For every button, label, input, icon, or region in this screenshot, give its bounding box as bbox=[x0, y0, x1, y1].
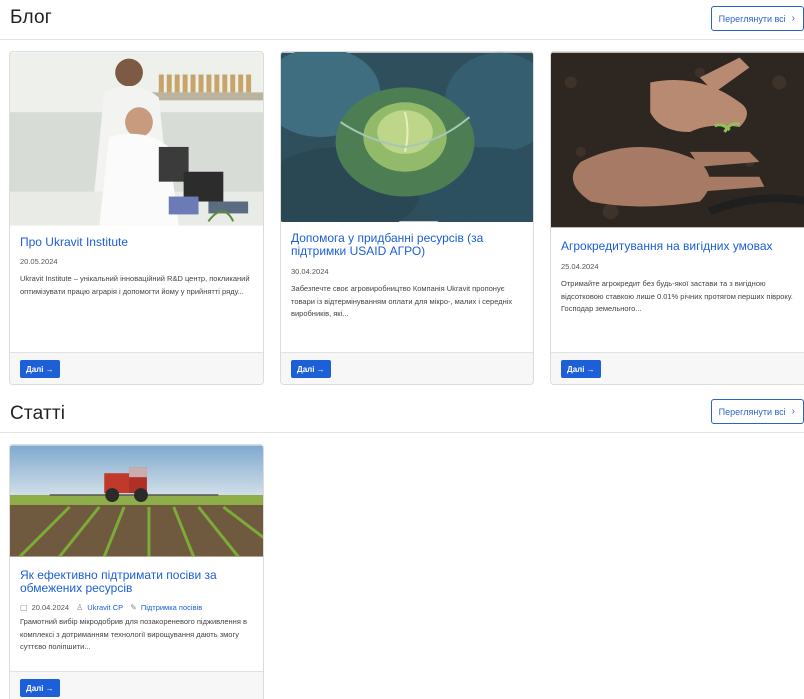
category-link[interactable]: Підтримка посівів bbox=[141, 603, 202, 612]
card-excerpt: Ukravit Institute – унікальний інновацій… bbox=[20, 274, 250, 296]
blog-card-usaid-agro[interactable]: Допомога у придбанні ресурсів (за підтри… bbox=[280, 51, 534, 385]
soil-hands-photo-image bbox=[551, 52, 804, 228]
card-date: 20.04.2024 bbox=[31, 603, 70, 612]
blog-section-header: Блог Переглянути всі › bbox=[0, 0, 804, 40]
author-link[interactable]: Ukravit CP bbox=[87, 603, 123, 612]
card-excerpt: Грамотний вибір мікродобрив для позакоре… bbox=[20, 617, 247, 651]
article-card-crop-support[interactable]: Як ефективно підтримати посіви за обмеже… bbox=[9, 444, 264, 699]
card-date: 30.04.2024 bbox=[291, 267, 329, 276]
calendar-icon: ▢ bbox=[20, 603, 28, 612]
card-date: 25.04.2024 bbox=[561, 262, 599, 271]
blog-card-ukravit-institute[interactable]: Про Ukravit Institute 20.05.2024 Ukravit… bbox=[9, 51, 264, 385]
lab-photo-image bbox=[10, 52, 263, 226]
card-title[interactable]: Допомога у придбанні ресурсів (за підтри… bbox=[291, 232, 525, 258]
blog-section-title: Блог bbox=[10, 7, 52, 28]
more-button[interactable]: Далі → bbox=[20, 679, 60, 697]
card-meta: ▢ 20.04.2024 ♙ Ukravit CP ✎ Підтримка по… bbox=[20, 603, 202, 612]
more-button[interactable]: Далі → bbox=[20, 360, 60, 378]
chevron-right-icon: › bbox=[791, 406, 795, 417]
chevron-right-icon: › bbox=[791, 13, 795, 24]
user-icon: ♙ bbox=[76, 603, 84, 612]
card-title[interactable]: Як ефективно підтримати посіви за обмеже… bbox=[20, 569, 255, 595]
field-sprayer-photo-image bbox=[10, 445, 263, 557]
more-button[interactable]: Далі → bbox=[561, 360, 601, 378]
blog-view-all-button[interactable]: Переглянути всі › bbox=[710, 6, 804, 31]
card-date: 20.05.2024 bbox=[20, 257, 58, 266]
articles-view-all-button[interactable]: Переглянути всі › bbox=[710, 399, 804, 424]
card-footer: Далі → bbox=[10, 352, 263, 384]
card-footer: Далі → bbox=[551, 352, 804, 384]
cabbage-photo-image bbox=[281, 52, 533, 222]
card-excerpt: Забезпечте своє агровиробництво Компанія… bbox=[291, 284, 513, 318]
card-footer: Далі → bbox=[281, 352, 533, 384]
blog-card-agrocredit[interactable]: Агрокредитування на вигідних умовах 25.0… bbox=[550, 51, 804, 385]
more-button[interactable]: Далі → bbox=[291, 360, 331, 378]
articles-section-title: Статті bbox=[10, 403, 66, 424]
card-excerpt: Отримайте агрокредит без будь-якої заста… bbox=[561, 279, 793, 313]
card-title[interactable]: Агрокредитування на вигідних умовах bbox=[561, 240, 801, 253]
view-all-label: Переглянути всі bbox=[718, 406, 786, 417]
view-all-label: Переглянути всі bbox=[718, 13, 786, 24]
articles-section-header: Статті Переглянути всі › bbox=[0, 393, 804, 433]
card-title[interactable]: Про Ukravit Institute bbox=[20, 236, 255, 249]
tag-icon: ✎ bbox=[130, 603, 137, 612]
card-footer: Далі → bbox=[10, 671, 263, 699]
